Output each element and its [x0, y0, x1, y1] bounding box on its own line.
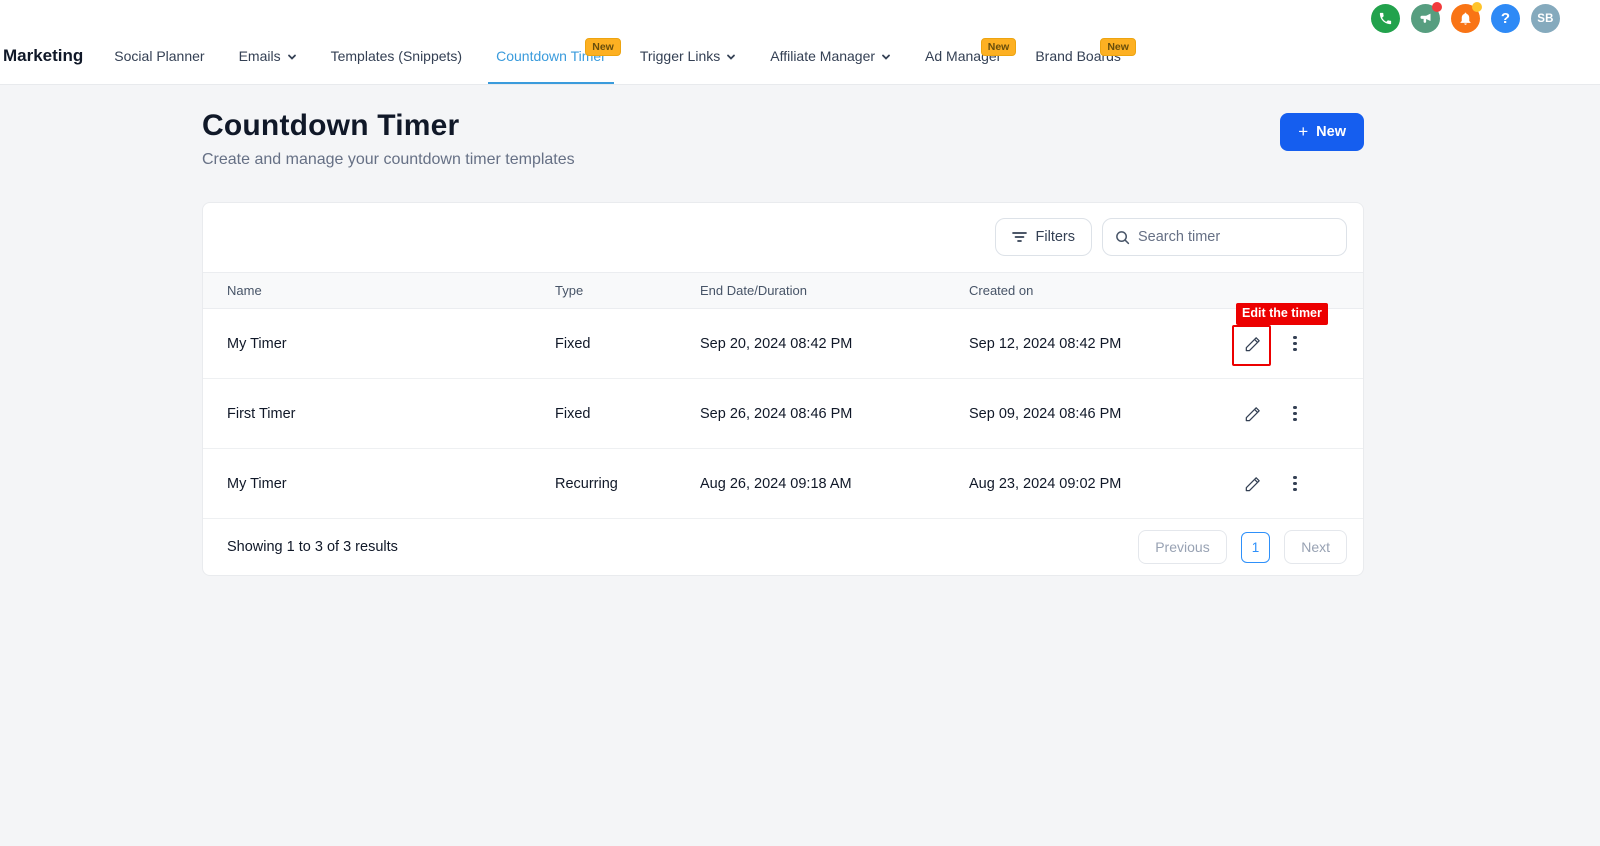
topbar: ? SB Marketing Social Planner Emails Tem… — [0, 0, 1600, 85]
tab-templates-snippets[interactable]: Templates (Snippets) — [331, 28, 463, 84]
megaphone-icon[interactable] — [1411, 4, 1440, 33]
page-subtitle: Create and manage your countdown timer t… — [202, 151, 575, 169]
help-icon[interactable]: ? — [1491, 4, 1520, 33]
page-header: Countdown Timer Create and manage your c… — [202, 85, 1364, 169]
topbar-icon-cluster: ? SB — [1371, 4, 1560, 33]
pencil-icon — [1243, 474, 1263, 494]
table-row: My Timer Recurring Aug 26, 2024 09:18 AM… — [203, 449, 1363, 519]
search-timer-input[interactable] — [1138, 229, 1334, 245]
pagination: Previous 1 Next — [1138, 530, 1347, 564]
avatar-initials: SB — [1537, 13, 1554, 25]
previous-page-button[interactable]: Previous — [1138, 530, 1226, 564]
row-menu-button[interactable] — [1283, 332, 1307, 356]
pencil-icon — [1243, 334, 1263, 354]
page-title: Countdown Timer — [202, 109, 575, 143]
table-row: First Timer Fixed Sep 26, 2024 08:46 PM … — [203, 379, 1363, 449]
row-actions — [1241, 472, 1363, 496]
tab-label: Templates (Snippets) — [331, 48, 463, 64]
plus-icon: + — [1298, 122, 1308, 142]
next-page-button[interactable]: Next — [1284, 530, 1347, 564]
new-timer-button[interactable]: + New — [1280, 113, 1364, 151]
column-header-created-on: Created on — [969, 283, 1241, 298]
card-footer: Showing 1 to 3 of 3 results Previous 1 N… — [203, 519, 1363, 575]
column-header-name: Name — [203, 283, 555, 298]
column-header-end-date: End Date/Duration — [700, 283, 969, 298]
timer-name: First Timer — [203, 406, 555, 422]
tab-trigger-links[interactable]: Trigger Links — [640, 28, 736, 84]
timer-created-on: Aug 23, 2024 09:02 PM — [969, 476, 1241, 492]
tab-affiliate-manager[interactable]: Affiliate Manager — [770, 28, 891, 84]
kebab-menu-icon — [1293, 406, 1296, 421]
row-menu-button[interactable] — [1283, 402, 1307, 426]
content-area: Countdown Timer Create and manage your c… — [0, 85, 1600, 846]
tab-ad-manager[interactable]: Ad Manager New — [925, 28, 1001, 84]
kebab-menu-icon — [1293, 476, 1296, 491]
timer-list-card: Filters Name Type End Date/Duration Crea… — [202, 202, 1364, 576]
pencil-icon — [1243, 404, 1263, 424]
chevron-down-icon — [726, 52, 736, 62]
timer-created-on: Sep 09, 2024 08:46 PM — [969, 406, 1241, 422]
timer-name: My Timer — [203, 476, 555, 492]
search-icon — [1115, 230, 1130, 245]
phone-icon[interactable] — [1371, 4, 1400, 33]
bell-alert-dot — [1472, 2, 1482, 12]
tab-label: Social Planner — [114, 48, 204, 64]
card-toolbar: Filters — [203, 203, 1363, 272]
edit-timer-button[interactable] — [1241, 472, 1265, 496]
page-brand: Marketing — [3, 46, 83, 66]
tab-emails[interactable]: Emails — [239, 28, 297, 84]
tab-label: Emails — [239, 48, 281, 64]
annotation-label: Edit the timer — [1236, 303, 1328, 325]
search-box — [1102, 218, 1347, 256]
row-actions — [1241, 332, 1363, 356]
filters-button[interactable]: Filters — [995, 218, 1092, 256]
timer-end-date: Sep 20, 2024 08:42 PM — [700, 336, 969, 352]
row-actions — [1241, 402, 1363, 426]
marketing-nav: Marketing Social Planner Emails Template… — [0, 0, 1600, 84]
new-badge: New — [585, 38, 621, 56]
new-badge: New — [981, 38, 1017, 56]
row-menu-button[interactable] — [1283, 472, 1307, 496]
tab-label: Trigger Links — [640, 48, 720, 64]
table-header-row: Name Type End Date/Duration Created on — [203, 272, 1363, 309]
timer-name: My Timer — [203, 336, 555, 352]
tab-countdown-timer[interactable]: Countdown Timer New — [496, 28, 606, 84]
results-summary: Showing 1 to 3 of 3 results — [227, 539, 398, 555]
nav-items: Social Planner Emails Templates (Snippet… — [114, 28, 1121, 84]
chevron-down-icon — [287, 52, 297, 62]
page-number-button[interactable]: 1 — [1241, 532, 1271, 563]
timer-type: Fixed — [555, 336, 700, 352]
bell-icon[interactable] — [1451, 4, 1480, 33]
avatar[interactable]: SB — [1531, 4, 1560, 33]
edit-timer-button[interactable] — [1241, 332, 1265, 356]
filters-label: Filters — [1036, 229, 1075, 245]
filter-icon — [1012, 231, 1027, 243]
megaphone-alert-dot — [1432, 2, 1442, 12]
edit-timer-button[interactable] — [1241, 402, 1265, 426]
timer-end-date: Sep 26, 2024 08:46 PM — [700, 406, 969, 422]
tab-label: Affiliate Manager — [770, 48, 875, 64]
tab-brand-boards[interactable]: Brand Boards New — [1035, 28, 1121, 84]
timer-type: Recurring — [555, 476, 700, 492]
column-header-type: Type — [555, 283, 700, 298]
timer-end-date: Aug 26, 2024 09:18 AM — [700, 476, 969, 492]
timer-created-on: Sep 12, 2024 08:42 PM — [969, 336, 1241, 352]
chevron-down-icon — [881, 52, 891, 62]
new-badge: New — [1100, 38, 1136, 56]
new-button-label: New — [1316, 124, 1346, 140]
help-glyph: ? — [1501, 10, 1510, 27]
timer-type: Fixed — [555, 406, 700, 422]
tab-social-planner[interactable]: Social Planner — [114, 28, 204, 84]
table-row: My Timer Fixed Sep 20, 2024 08:42 PM Sep… — [203, 309, 1363, 379]
kebab-menu-icon — [1293, 336, 1296, 351]
